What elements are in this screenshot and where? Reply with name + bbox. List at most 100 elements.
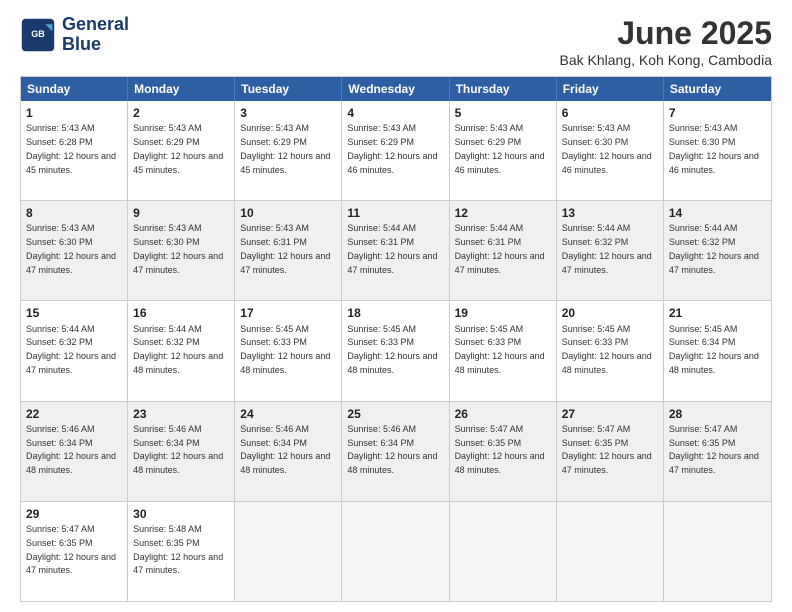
calendar-week-4: 22 Sunrise: 5:46 AMSunset: 6:34 PMDaylig… bbox=[21, 401, 771, 501]
day-number: 30 bbox=[133, 506, 229, 522]
cell-info: Sunrise: 5:44 AMSunset: 6:32 PMDaylight:… bbox=[562, 223, 652, 274]
day-number: 11 bbox=[347, 205, 443, 221]
day-number: 18 bbox=[347, 305, 443, 321]
title-block: June 2025 Bak Khlang, Koh Kong, Cambodia bbox=[560, 15, 772, 68]
day-number: 12 bbox=[455, 205, 551, 221]
header-day-tuesday: Tuesday bbox=[235, 77, 342, 101]
calendar-day-23: 23 Sunrise: 5:46 AMSunset: 6:34 PMDaylig… bbox=[128, 402, 235, 501]
cell-info: Sunrise: 5:44 AMSunset: 6:32 PMDaylight:… bbox=[133, 324, 223, 375]
day-number: 19 bbox=[455, 305, 551, 321]
header-day-monday: Monday bbox=[128, 77, 235, 101]
logo: GB General Blue bbox=[20, 15, 129, 55]
calendar-day-28: 28 Sunrise: 5:47 AMSunset: 6:35 PMDaylig… bbox=[664, 402, 771, 501]
day-number: 17 bbox=[240, 305, 336, 321]
cell-info: Sunrise: 5:45 AMSunset: 6:34 PMDaylight:… bbox=[669, 324, 759, 375]
day-number: 16 bbox=[133, 305, 229, 321]
calendar-day-27: 27 Sunrise: 5:47 AMSunset: 6:35 PMDaylig… bbox=[557, 402, 664, 501]
calendar-day-5: 5 Sunrise: 5:43 AMSunset: 6:29 PMDayligh… bbox=[450, 101, 557, 200]
calendar-day-17: 17 Sunrise: 5:45 AMSunset: 6:33 PMDaylig… bbox=[235, 301, 342, 400]
calendar-week-5: 29 Sunrise: 5:47 AMSunset: 6:35 PMDaylig… bbox=[21, 501, 771, 601]
calendar-day-30: 30 Sunrise: 5:48 AMSunset: 6:35 PMDaylig… bbox=[128, 502, 235, 601]
day-number: 22 bbox=[26, 406, 122, 422]
cell-info: Sunrise: 5:46 AMSunset: 6:34 PMDaylight:… bbox=[26, 424, 116, 475]
day-number: 13 bbox=[562, 205, 658, 221]
calendar-day-20: 20 Sunrise: 5:45 AMSunset: 6:33 PMDaylig… bbox=[557, 301, 664, 400]
empty-cell bbox=[235, 502, 342, 601]
day-number: 7 bbox=[669, 105, 766, 121]
calendar-header: SundayMondayTuesdayWednesdayThursdayFrid… bbox=[21, 77, 771, 101]
day-number: 2 bbox=[133, 105, 229, 121]
calendar-body: 1 Sunrise: 5:43 AMSunset: 6:28 PMDayligh… bbox=[21, 101, 771, 601]
logo-icon: GB bbox=[20, 17, 56, 53]
location: Bak Khlang, Koh Kong, Cambodia bbox=[560, 52, 772, 68]
cell-info: Sunrise: 5:43 AMSunset: 6:29 PMDaylight:… bbox=[455, 123, 545, 174]
day-number: 10 bbox=[240, 205, 336, 221]
calendar-day-12: 12 Sunrise: 5:44 AMSunset: 6:31 PMDaylig… bbox=[450, 201, 557, 300]
cell-info: Sunrise: 5:44 AMSunset: 6:32 PMDaylight:… bbox=[26, 324, 116, 375]
calendar-day-13: 13 Sunrise: 5:44 AMSunset: 6:32 PMDaylig… bbox=[557, 201, 664, 300]
cell-info: Sunrise: 5:43 AMSunset: 6:30 PMDaylight:… bbox=[669, 123, 759, 174]
calendar-day-7: 7 Sunrise: 5:43 AMSunset: 6:30 PMDayligh… bbox=[664, 101, 771, 200]
cell-info: Sunrise: 5:43 AMSunset: 6:30 PMDaylight:… bbox=[133, 223, 223, 274]
cell-info: Sunrise: 5:44 AMSunset: 6:31 PMDaylight:… bbox=[455, 223, 545, 274]
cell-info: Sunrise: 5:45 AMSunset: 6:33 PMDaylight:… bbox=[347, 324, 437, 375]
header-day-wednesday: Wednesday bbox=[342, 77, 449, 101]
day-number: 29 bbox=[26, 506, 122, 522]
cell-info: Sunrise: 5:43 AMSunset: 6:31 PMDaylight:… bbox=[240, 223, 330, 274]
logo-line2: Blue bbox=[62, 35, 129, 55]
day-number: 28 bbox=[669, 406, 766, 422]
empty-cell bbox=[557, 502, 664, 601]
cell-info: Sunrise: 5:46 AMSunset: 6:34 PMDaylight:… bbox=[347, 424, 437, 475]
empty-cell bbox=[664, 502, 771, 601]
cell-info: Sunrise: 5:43 AMSunset: 6:28 PMDaylight:… bbox=[26, 123, 116, 174]
calendar-day-9: 9 Sunrise: 5:43 AMSunset: 6:30 PMDayligh… bbox=[128, 201, 235, 300]
cell-info: Sunrise: 5:46 AMSunset: 6:34 PMDaylight:… bbox=[133, 424, 223, 475]
page: GB General Blue June 2025 Bak Khlang, Ko… bbox=[0, 0, 792, 612]
calendar-day-29: 29 Sunrise: 5:47 AMSunset: 6:35 PMDaylig… bbox=[21, 502, 128, 601]
calendar-day-15: 15 Sunrise: 5:44 AMSunset: 6:32 PMDaylig… bbox=[21, 301, 128, 400]
cell-info: Sunrise: 5:44 AMSunset: 6:31 PMDaylight:… bbox=[347, 223, 437, 274]
cell-info: Sunrise: 5:47 AMSunset: 6:35 PMDaylight:… bbox=[455, 424, 545, 475]
cell-info: Sunrise: 5:47 AMSunset: 6:35 PMDaylight:… bbox=[669, 424, 759, 475]
calendar-week-1: 1 Sunrise: 5:43 AMSunset: 6:28 PMDayligh… bbox=[21, 101, 771, 200]
cell-info: Sunrise: 5:43 AMSunset: 6:29 PMDaylight:… bbox=[347, 123, 437, 174]
calendar-day-14: 14 Sunrise: 5:44 AMSunset: 6:32 PMDaylig… bbox=[664, 201, 771, 300]
day-number: 23 bbox=[133, 406, 229, 422]
cell-info: Sunrise: 5:45 AMSunset: 6:33 PMDaylight:… bbox=[455, 324, 545, 375]
month-title: June 2025 bbox=[560, 15, 772, 52]
empty-cell bbox=[342, 502, 449, 601]
header-day-saturday: Saturday bbox=[664, 77, 771, 101]
day-number: 8 bbox=[26, 205, 122, 221]
calendar-day-10: 10 Sunrise: 5:43 AMSunset: 6:31 PMDaylig… bbox=[235, 201, 342, 300]
calendar-day-3: 3 Sunrise: 5:43 AMSunset: 6:29 PMDayligh… bbox=[235, 101, 342, 200]
calendar-week-3: 15 Sunrise: 5:44 AMSunset: 6:32 PMDaylig… bbox=[21, 300, 771, 400]
empty-cell bbox=[450, 502, 557, 601]
calendar-day-6: 6 Sunrise: 5:43 AMSunset: 6:30 PMDayligh… bbox=[557, 101, 664, 200]
day-number: 1 bbox=[26, 105, 122, 121]
cell-info: Sunrise: 5:43 AMSunset: 6:30 PMDaylight:… bbox=[26, 223, 116, 274]
day-number: 21 bbox=[669, 305, 766, 321]
cell-info: Sunrise: 5:45 AMSunset: 6:33 PMDaylight:… bbox=[562, 324, 652, 375]
day-number: 25 bbox=[347, 406, 443, 422]
day-number: 14 bbox=[669, 205, 766, 221]
calendar-day-1: 1 Sunrise: 5:43 AMSunset: 6:28 PMDayligh… bbox=[21, 101, 128, 200]
day-number: 15 bbox=[26, 305, 122, 321]
header-day-sunday: Sunday bbox=[21, 77, 128, 101]
header-day-friday: Friday bbox=[557, 77, 664, 101]
cell-info: Sunrise: 5:43 AMSunset: 6:29 PMDaylight:… bbox=[240, 123, 330, 174]
cell-info: Sunrise: 5:48 AMSunset: 6:35 PMDaylight:… bbox=[133, 524, 223, 575]
calendar-day-16: 16 Sunrise: 5:44 AMSunset: 6:32 PMDaylig… bbox=[128, 301, 235, 400]
cell-info: Sunrise: 5:47 AMSunset: 6:35 PMDaylight:… bbox=[26, 524, 116, 575]
day-number: 26 bbox=[455, 406, 551, 422]
cell-info: Sunrise: 5:45 AMSunset: 6:33 PMDaylight:… bbox=[240, 324, 330, 375]
calendar-week-2: 8 Sunrise: 5:43 AMSunset: 6:30 PMDayligh… bbox=[21, 200, 771, 300]
cell-info: Sunrise: 5:43 AMSunset: 6:30 PMDaylight:… bbox=[562, 123, 652, 174]
day-number: 20 bbox=[562, 305, 658, 321]
day-number: 4 bbox=[347, 105, 443, 121]
calendar-day-21: 21 Sunrise: 5:45 AMSunset: 6:34 PMDaylig… bbox=[664, 301, 771, 400]
calendar-day-26: 26 Sunrise: 5:47 AMSunset: 6:35 PMDaylig… bbox=[450, 402, 557, 501]
day-number: 27 bbox=[562, 406, 658, 422]
day-number: 24 bbox=[240, 406, 336, 422]
day-number: 3 bbox=[240, 105, 336, 121]
day-number: 9 bbox=[133, 205, 229, 221]
